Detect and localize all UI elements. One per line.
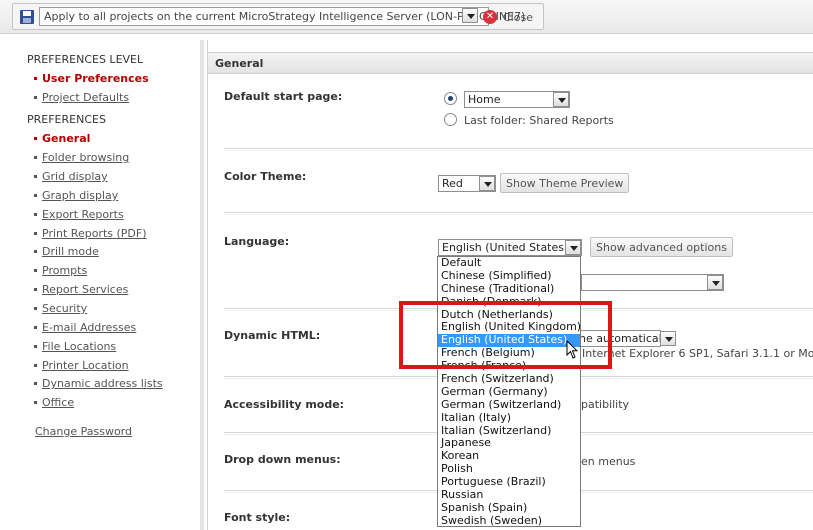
sidebar-item-export-reports[interactable]: Export Reports (34, 208, 124, 221)
accessibility-mode-label: Accessibility mode: (224, 398, 345, 411)
sidebar-item-email-addresses[interactable]: E-mail Addresses (34, 321, 136, 334)
apply-scope-bar: Apply to all projects on the current Mic… (12, 3, 544, 30)
top-toolbar: Apply to all projects on the current Mic… (0, 0, 813, 34)
sidebar-item-grid-display[interactable]: Grid display (34, 170, 108, 183)
close-label: Close (503, 10, 533, 24)
section-title: General (215, 57, 264, 70)
sidebar-divider (200, 40, 204, 530)
sidebar-item-graph-display[interactable]: Graph display (34, 189, 118, 202)
close-icon: ✕ (483, 10, 497, 24)
sidebar-item-printer-location[interactable]: Printer Location (34, 359, 129, 372)
apply-scope-select[interactable]: Apply to all projects on the current Mic… (39, 7, 525, 26)
bullet-icon (34, 194, 37, 197)
chevron-down-icon[interactable] (660, 331, 676, 346)
bullet-icon (34, 326, 37, 329)
chevron-down-icon[interactable] (479, 176, 495, 191)
language-select[interactable]: English (United States) (438, 239, 582, 256)
language-option[interactable]: Spanish (Spain) (438, 501, 580, 515)
language-option[interactable]: Swedish (Sweden) (438, 514, 580, 526)
bullet-icon (34, 250, 37, 253)
language-option[interactable]: Chinese (Traditional) (438, 282, 580, 296)
separator (224, 212, 813, 215)
apply-scope-value: Apply to all projects on the current Mic… (44, 10, 526, 23)
sidebar-item-project-defaults[interactable]: Project Defaults (34, 91, 129, 104)
sidebar-item-file-locations[interactable]: File Locations (34, 340, 116, 353)
bullet-icon (34, 401, 37, 404)
close-button[interactable]: ✕ Close (483, 8, 533, 26)
drop-down-menus-label: Drop down menus: (224, 453, 341, 466)
change-password-link[interactable]: Change Password (35, 425, 132, 438)
color-theme-label: Color Theme: (224, 170, 307, 183)
chevron-down-icon[interactable] (462, 8, 478, 23)
bullet-icon (34, 137, 37, 140)
language-label: Language: (224, 235, 290, 248)
bullet-icon (34, 382, 37, 385)
default-start-page-label: Default start page: (224, 90, 343, 103)
bullet-icon (34, 96, 37, 99)
preferences-level-heading: PREFERENCES LEVEL (27, 53, 144, 66)
show-theme-preview-button[interactable]: Show Theme Preview (500, 173, 630, 193)
sidebar-item-security[interactable]: Security (34, 302, 87, 315)
language-option[interactable]: French (Switzerland) (438, 372, 580, 386)
sidebar-item-prompts[interactable]: Prompts (34, 264, 87, 277)
language-options-list[interactable]: Default Chinese (Simplified) Chinese (Trad… (437, 256, 581, 527)
sidebar-item-dynamic-address-lists[interactable]: Dynamic address lists (34, 377, 163, 390)
separator (224, 148, 813, 151)
drop-down-menus-value: en menus (581, 455, 636, 468)
accessibility-mode-value: patibility (581, 398, 630, 411)
save-icon[interactable] (19, 9, 35, 25)
last-folder-label: Last folder: Shared Reports (464, 114, 614, 127)
bullet-icon (34, 156, 37, 159)
bullet-icon (34, 307, 37, 310)
bullet-icon (34, 232, 37, 235)
language-option[interactable]: German (Germany) (438, 385, 580, 399)
chevron-down-icon[interactable] (565, 240, 581, 255)
sidebar-item-general[interactable]: General (34, 132, 90, 145)
last-folder-radio[interactable] (444, 113, 457, 126)
language-option[interactable]: Italian (Italy) (438, 411, 580, 425)
bullet-icon (34, 345, 37, 348)
bullet-icon (34, 288, 37, 291)
mouse-cursor-icon (566, 340, 579, 359)
sidebar-item-office[interactable]: Office (34, 396, 74, 409)
sidebar-item-user-preferences[interactable]: User Preferences (34, 72, 149, 85)
dynamic-html-label: Dynamic HTML: (224, 329, 321, 342)
font-style-label: Font style: (224, 511, 291, 524)
language-option[interactable]: Russian (438, 488, 580, 502)
sidebar-item-drill-mode[interactable]: Drill mode (34, 245, 99, 258)
preferences-sidebar: PREFERENCES LEVEL User Preferences Proje… (0, 40, 200, 530)
bullet-icon (34, 77, 37, 80)
sidebar-item-print-reports[interactable]: Print Reports (PDF) (34, 227, 147, 240)
section-header: General (208, 52, 813, 74)
chevron-down-icon[interactable] (553, 92, 569, 107)
show-advanced-options-button[interactable]: Show advanced options (590, 237, 733, 257)
bullet-icon (34, 213, 37, 216)
language-option[interactable]: German (Switzerland) (438, 398, 580, 412)
bullet-icon (34, 269, 37, 272)
dynamic-html-note: Internet Explorer 6 SP1, Safari 3.1.1 or… (582, 347, 813, 360)
sidebar-item-folder-browsing[interactable]: Folder browsing (34, 151, 129, 164)
highlight-annotation-box (399, 301, 612, 369)
bullet-icon (34, 364, 37, 367)
sidebar-item-report-services[interactable]: Report Services (34, 283, 128, 296)
preferences-heading: PREFERENCES (27, 113, 106, 126)
chevron-down-icon[interactable] (707, 275, 723, 290)
language-option[interactable]: Default (438, 257, 580, 270)
home-radio[interactable] (444, 92, 457, 105)
bullet-icon (34, 175, 37, 178)
language-option[interactable]: Chinese (Simplified) (438, 269, 580, 283)
language-secondary-select[interactable] (581, 274, 724, 291)
